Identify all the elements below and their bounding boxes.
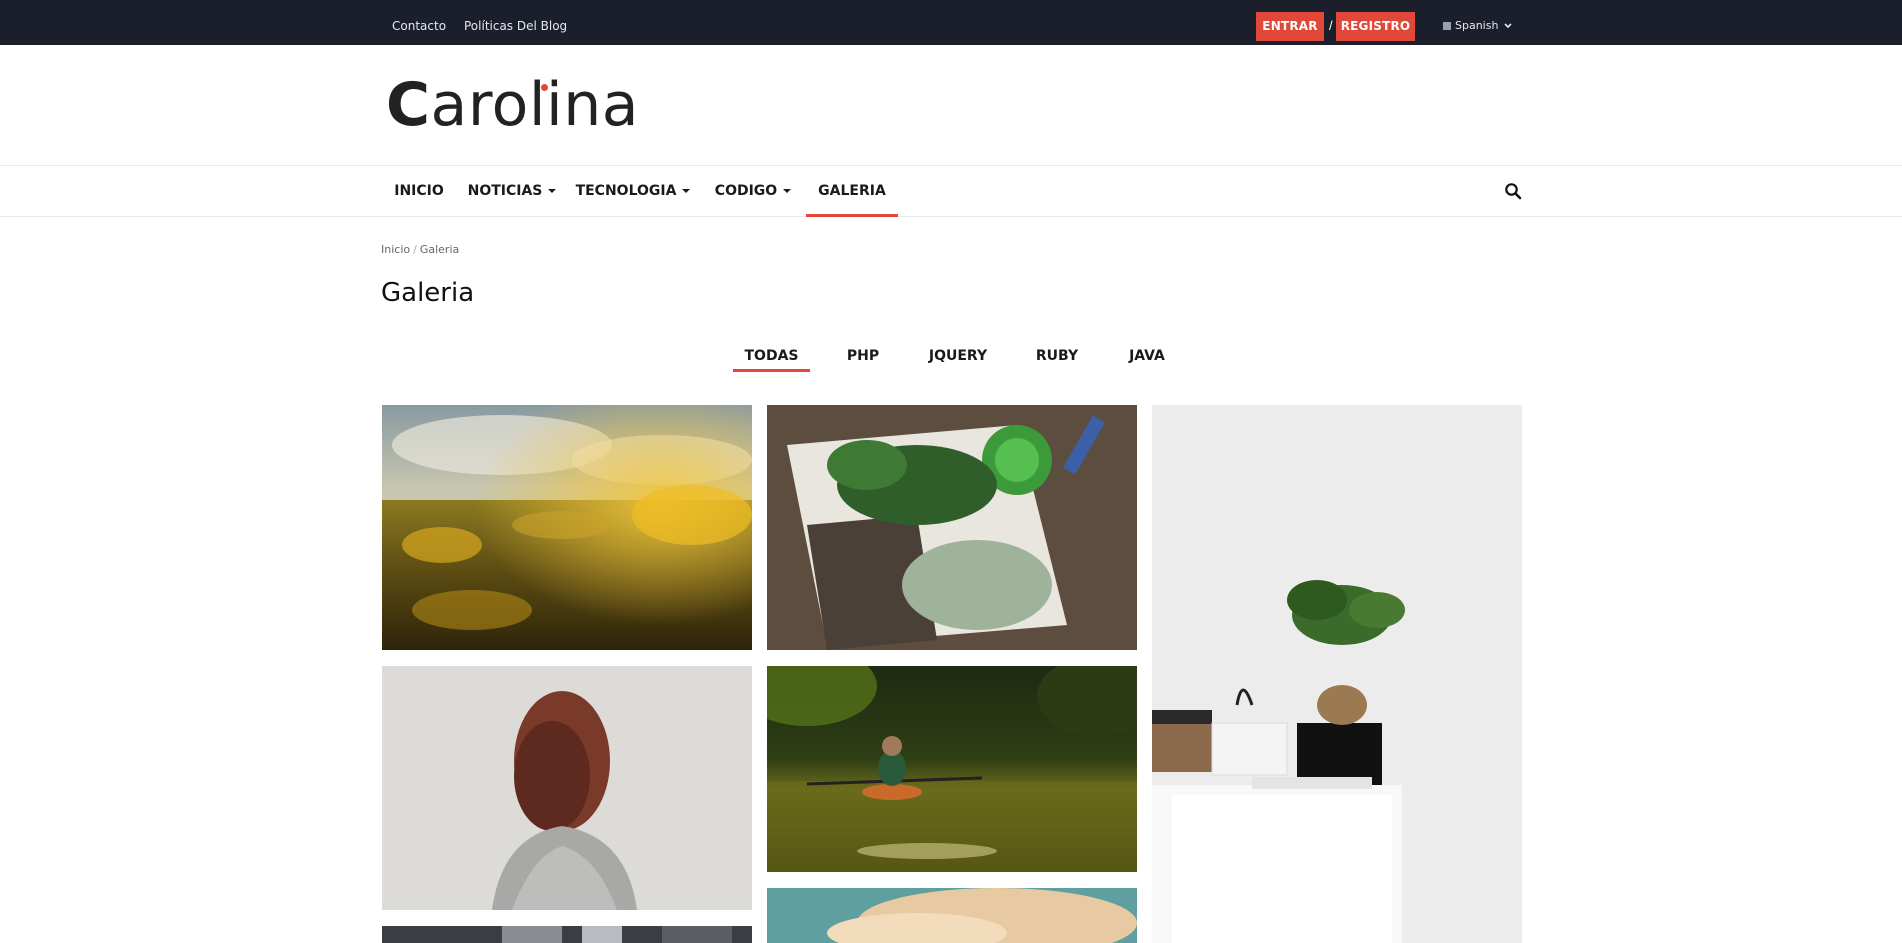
blog-policies-link[interactable]: Políticas Del Blog	[464, 0, 567, 45]
nav-item-galeria[interactable]: GALERIA	[806, 166, 898, 217]
nav-item-inicio[interactable]: INICIO	[385, 166, 453, 216]
bonsai-desk-image	[1152, 405, 1522, 943]
potted-plants-image	[767, 405, 1137, 650]
language-label: Spanish	[1455, 19, 1499, 32]
gallery-photo-kayak[interactable]	[767, 666, 1137, 872]
red-hair-woman-image	[382, 666, 752, 910]
login-button[interactable]: ENTRAR	[1256, 12, 1324, 41]
city-image	[382, 926, 752, 943]
nav-item-noticias[interactable]: NOTICIAS	[466, 166, 558, 216]
nav-item-codigo[interactable]: CODIGO	[710, 166, 796, 216]
filter-tab-jquery[interactable]: JQUERY	[926, 344, 990, 372]
breadcrumb-current: Galeria	[419, 243, 460, 256]
nav-item-label: NOTICIAS	[467, 183, 543, 199]
caret-down-icon	[682, 189, 691, 193]
filter-tab-todas[interactable]: TODAS	[733, 344, 810, 372]
page-title: Galeria	[381, 278, 475, 308]
flag-icon	[1443, 22, 1451, 30]
breadcrumb-home-link[interactable]: Inicio	[381, 243, 410, 256]
nav-item-label: TECNOLOGIA	[575, 183, 677, 199]
gallery-photo-bonsai-desk[interactable]	[1152, 405, 1522, 943]
filter-tab-java[interactable]: JAVA	[1124, 344, 1170, 372]
contact-link[interactable]: Contacto	[392, 0, 446, 45]
gallery-photo-red-hair-woman[interactable]	[382, 666, 752, 910]
auth-separator: /	[1329, 18, 1333, 33]
site-logo[interactable]: Carolina	[386, 70, 639, 140]
logo-dot	[541, 84, 548, 91]
nav-item-label: INICIO	[394, 183, 444, 199]
search-icon[interactable]	[1504, 182, 1522, 200]
top-bar: Contacto Políticas Del Blog ENTRAR / REG…	[0, 0, 1902, 45]
kayak-image	[767, 666, 1137, 872]
gallery-photo-flower-field[interactable]	[382, 405, 752, 650]
chevron-down-icon	[1504, 23, 1512, 29]
register-button[interactable]: REGISTRO	[1336, 12, 1415, 41]
flower-field-image	[382, 405, 752, 650]
logo-first-letter: C	[386, 70, 431, 140]
breadcrumb-separator: /	[413, 243, 417, 256]
gallery-photo-potted-plants[interactable]	[767, 405, 1137, 650]
nav-item-label: GALERIA	[818, 183, 886, 199]
gallery-photo-sky[interactable]	[767, 888, 1137, 943]
language-selector[interactable]: Spanish	[1443, 0, 1512, 45]
nav-item-tecnologia[interactable]: TECNOLOGIA	[574, 166, 692, 216]
breadcrumb: Inicio / Galeria	[381, 243, 459, 256]
filter-tab-php[interactable]: PHP	[842, 344, 884, 372]
gallery-photo-city[interactable]	[382, 926, 752, 943]
caret-down-icon	[783, 189, 792, 193]
filter-tab-ruby[interactable]: RUBY	[1035, 344, 1079, 372]
sky-image	[767, 888, 1137, 943]
logo-text: arolina	[430, 70, 640, 140]
nav-item-label: CODIGO	[714, 183, 778, 199]
caret-down-icon	[548, 189, 557, 193]
main-nav: INICIO NOTICIAS TECNOLOGIA CODIGO GALERI…	[0, 165, 1902, 217]
